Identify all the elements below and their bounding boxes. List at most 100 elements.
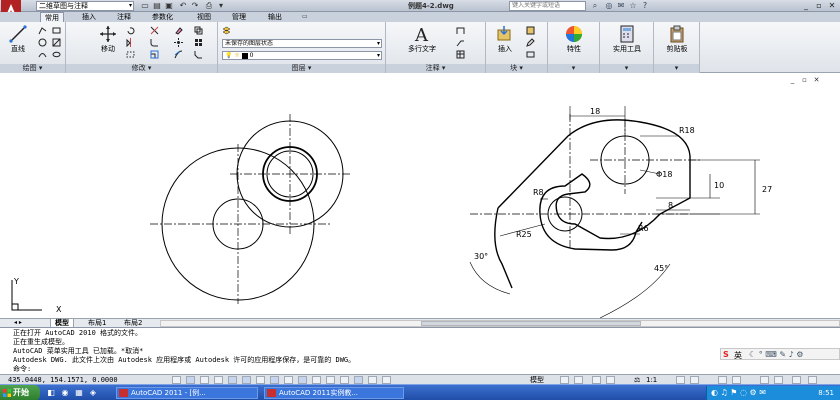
infer-constraints-toggle[interactable] [172,376,181,384]
annotation-panel-title[interactable]: 注释 ▾ [386,64,485,73]
ortho-toggle[interactable] [214,376,223,384]
auto-scale-icon[interactable] [690,376,699,384]
layer-properties-icon[interactable] [222,26,231,35]
pan-icon[interactable] [592,376,601,384]
scale-icon[interactable] [150,50,159,59]
modify-panel-title[interactable]: 修改 ▾ [66,64,217,73]
workspace-dropdown[interactable]: 二维草图与注释 ▾ [36,1,134,11]
polyline-icon[interactable] [38,26,47,35]
isolate-objects-icon[interactable] [774,376,783,384]
clipboard-panel-title[interactable]: ▾ [654,64,699,73]
layers-panel-title[interactable]: 图层 ▾ [218,64,385,73]
insert-block-button[interactable]: 插入 [490,24,520,54]
hardware-acceleration-icon[interactable] [760,376,769,384]
clipboard-button[interactable]: 剪贴板 [657,24,697,54]
hatch-icon[interactable] [52,38,61,47]
print-icon[interactable]: ⎙ [204,1,214,11]
model-space-toggle[interactable] [382,376,391,384]
start-button[interactable]: 开始 [0,385,40,400]
new-icon[interactable]: ▭ [140,1,150,11]
save-icon[interactable]: ▣ [164,1,174,11]
annotation-visibility-icon[interactable] [676,376,685,384]
selection-cycling-toggle[interactable] [354,376,363,384]
draw-panel-title[interactable]: 绘图 ▾ [0,64,65,73]
ime-language[interactable]: 英 [734,350,742,361]
quick-view-drawings-icon[interactable] [574,376,583,384]
tab-insert[interactable]: 插入 [78,12,100,22]
tray-icons[interactable]: ◐ ♫ ⚑ ◌ ⚙ ✉ [711,388,766,397]
workspace-switching-icon[interactable] [718,376,727,384]
trim-icon[interactable] [150,26,159,35]
create-block-icon[interactable] [526,26,535,35]
tab-home[interactable]: 常用 [40,12,64,22]
line-button[interactable]: 直线 [4,24,32,54]
tab-view[interactable]: 视图 [193,12,215,22]
tab-parametric[interactable]: 参数化 [148,12,177,22]
ellipse-icon[interactable] [52,50,61,59]
circle-icon[interactable] [38,38,47,47]
3d-osnap-toggle[interactable] [256,376,265,384]
dyn-toggle[interactable] [298,376,307,384]
undo-icon[interactable]: ↶ [178,1,188,11]
erase-icon[interactable] [174,26,183,35]
minimize-icon[interactable]: _ [800,1,812,11]
taskbar-item-autocad[interactable]: AutoCAD 2011 - [例... [116,387,258,399]
command-prompt[interactable]: 命令: [13,365,31,373]
mtext-button[interactable]: A 多行文字 [398,24,446,54]
close-icon[interactable]: ✕ [826,1,838,11]
status-menu-icon[interactable] [792,376,801,384]
offset-icon[interactable] [174,50,183,59]
block-panel-title[interactable]: 块 ▾ [486,64,547,73]
array-icon[interactable] [194,38,203,47]
scrollbar-thumb[interactable] [421,321,641,326]
transparency-toggle[interactable] [326,376,335,384]
grid-toggle[interactable] [200,376,209,384]
tab-output[interactable]: 输出 [264,12,286,22]
annotation-monitor-toggle[interactable] [368,376,377,384]
binoculars-icon[interactable]: ⌕ [590,1,600,11]
clock[interactable]: 8:51 [818,386,834,400]
communication-icon[interactable]: ✉ [616,1,626,11]
search-input[interactable]: 键入关键字或短语 [509,1,586,11]
layer-dropdown[interactable]: 💡 ☼ 0 ▾ [222,51,382,60]
utilities-panel-title[interactable]: ▾ [600,64,653,73]
drawing-canvas[interactable]: _ ▫ ✕ 18 R18 Φ18 10 27 R8 8 R25 R6 30° 4… [0,74,840,318]
chevron-down-icon[interactable]: ▾ [216,1,226,11]
command-window[interactable]: 正在打开 AutoCAD 2010 格式的文件。 正在重生成模型。 AutoCA… [0,327,840,374]
tab-annotate[interactable]: 注释 [113,12,135,22]
ime-toolbar[interactable]: S 英 ☾ ° ⌨ ✎ ♪ ⚙ [720,348,840,360]
snap-toggle[interactable] [186,376,195,384]
stretch-icon[interactable] [126,50,135,59]
quick-properties-toggle[interactable] [340,376,349,384]
utilities-button[interactable]: 实用工具 [604,24,650,54]
table-icon[interactable] [456,50,465,59]
layer-state-dropdown[interactable]: 未保存的图层状态 ▾ [222,39,382,48]
taskbar-item-tutorial[interactable]: AutoCAD 2011实例教... [264,387,404,399]
ducs-toggle[interactable] [284,376,293,384]
help-icon[interactable]: ? [640,1,650,11]
quick-launch-icon[interactable]: ◧ [46,388,56,398]
ime-tools-icon[interactable]: ☾ ° ⌨ ✎ ♪ ⚙ [749,350,803,359]
quick-launch-icon[interactable]: ◉ [60,388,70,398]
rotate-icon[interactable] [126,26,135,35]
fillet-icon[interactable] [150,38,159,47]
subscription-icon[interactable]: ◎ [604,1,614,11]
mirror-icon[interactable] [126,38,135,47]
quick-view-layouts-icon[interactable] [560,376,569,384]
tab-manage[interactable]: 管理 [228,12,250,22]
lineweight-toggle[interactable] [312,376,321,384]
chamfer-icon[interactable] [194,50,203,59]
explode-icon[interactable] [174,38,183,47]
zoom-icon[interactable] [606,376,615,384]
quick-launch-icon[interactable]: ◈ [88,388,98,398]
copy-icon[interactable] [194,26,203,35]
quick-launch-icon[interactable]: ▦ [74,388,84,398]
redo-icon[interactable]: ↷ [190,1,200,11]
osnap-toggle[interactable] [242,376,251,384]
ribbon-minimize-icon[interactable]: ▭ [302,13,312,21]
polar-toggle[interactable] [228,376,237,384]
attribute-icon[interactable] [526,50,535,59]
edit-block-icon[interactable] [526,38,535,47]
horizontal-scrollbar[interactable] [160,320,840,327]
lock-icon[interactable] [732,376,741,384]
